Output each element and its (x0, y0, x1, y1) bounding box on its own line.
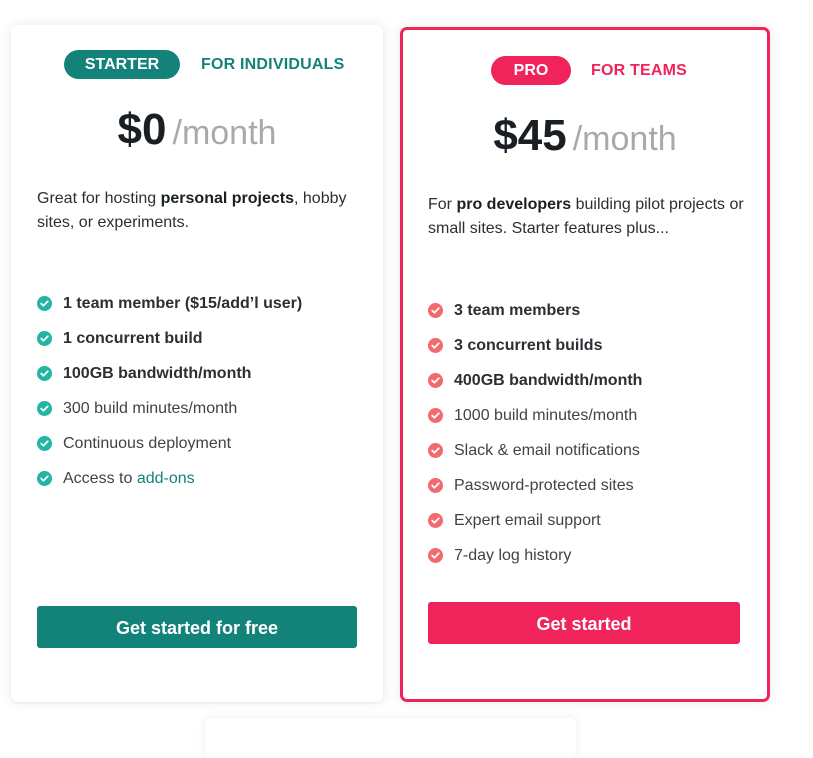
pro-description-highlight: pro developers (456, 196, 572, 213)
starter-feature-item: 1 concurrent build (37, 321, 302, 356)
check-circle-icon (37, 471, 52, 486)
starter-feature-label: 300 build minutes/month (63, 399, 238, 417)
pro-feature-label: 3 team members (454, 301, 581, 319)
starter-description-text: Great for hosting (37, 190, 161, 207)
starter-plan-card: STARTER FOR INDIVIDUALS $0/month Great f… (11, 25, 383, 702)
pro-plan-header: PRO FOR TEAMS (491, 56, 687, 85)
starter-price-amount: $0 (117, 105, 167, 154)
pro-feature-label: 3 concurrent builds (454, 336, 603, 354)
check-circle-icon (37, 401, 52, 416)
pro-feature-label: 400GB bandwidth/month (454, 371, 643, 389)
check-circle-icon (428, 408, 443, 423)
starter-feature-label: Continuous deployment (63, 434, 232, 452)
check-circle-icon (37, 366, 52, 381)
pro-feature-item: Expert email support (428, 503, 642, 538)
check-circle-icon (428, 443, 443, 458)
starter-description-highlight: personal projects (160, 190, 294, 207)
addons-link[interactable]: add-ons (137, 470, 195, 488)
starter-plan-header: STARTER FOR INDIVIDUALS (64, 50, 344, 79)
starter-feature-item: Continuous deployment (37, 426, 302, 461)
starter-addons-text: Access to (63, 469, 137, 487)
check-circle-icon (37, 436, 52, 451)
starter-feature-item: 300 build minutes/month (37, 391, 302, 426)
pro-feature-label: Password-protected sites (454, 476, 634, 494)
pro-feature-label: Slack & email notifications (454, 441, 640, 459)
pro-feature-item: Slack & email notifications (428, 433, 642, 468)
starter-feature-label: 1 team member ($15/add’l user) (63, 294, 303, 312)
pro-price-amount: $45 (493, 111, 567, 160)
check-circle-icon (428, 338, 443, 353)
pro-feature-item: 7-day log history (428, 538, 642, 573)
starter-feature-list: 1 team member ($15/add’l user) 1 concurr… (37, 286, 302, 496)
starter-feature-item: Access to add-ons (37, 461, 302, 496)
pro-feature-item: 3 concurrent builds (428, 328, 642, 363)
pro-feature-item: 1000 build minutes/month (428, 398, 642, 433)
starter-feature-item: 100GB bandwidth/month (37, 356, 302, 391)
check-circle-icon (37, 296, 52, 311)
starter-price: $0/month (11, 105, 383, 155)
pro-feature-item: 3 team members (428, 293, 642, 328)
starter-badge: STARTER (64, 50, 180, 79)
check-circle-icon (428, 478, 443, 493)
starter-audience-label: FOR INDIVIDUALS (201, 55, 345, 73)
next-plan-card-partial (205, 718, 576, 758)
pro-feature-label: 1000 build minutes/month (454, 406, 638, 424)
get-started-free-button[interactable]: Get started for free (37, 606, 357, 648)
pro-feature-label: 7-day log history (454, 546, 572, 564)
get-started-pro-button[interactable]: Get started (428, 602, 740, 644)
pro-feature-label: Expert email support (454, 511, 601, 529)
starter-feature-label: 100GB bandwidth/month (63, 364, 252, 382)
check-circle-icon (428, 373, 443, 388)
check-circle-icon (428, 303, 443, 318)
pro-description: For pro developers building pilot projec… (428, 193, 748, 241)
starter-feature-item: 1 team member ($15/add’l user) (37, 286, 302, 321)
check-circle-icon (37, 331, 52, 346)
pro-feature-item: Password-protected sites (428, 468, 642, 503)
check-circle-icon (428, 513, 443, 528)
pro-price: $45/month (403, 111, 767, 161)
pro-feature-item: 400GB bandwidth/month (428, 363, 642, 398)
pro-feature-list: 3 team members 3 concurrent builds 400GB… (428, 293, 642, 573)
check-circle-icon (428, 548, 443, 563)
starter-price-period: /month (172, 114, 277, 152)
pro-audience-label: FOR TEAMS (591, 61, 688, 79)
starter-feature-label: 1 concurrent build (63, 329, 203, 347)
pro-badge: PRO (491, 56, 571, 85)
pro-price-period: /month (572, 120, 677, 158)
pro-plan-card: PRO FOR TEAMS $45/month For pro develope… (400, 27, 770, 702)
pro-description-text: For (428, 196, 457, 213)
starter-description: Great for hosting personal projects, hob… (37, 187, 357, 235)
